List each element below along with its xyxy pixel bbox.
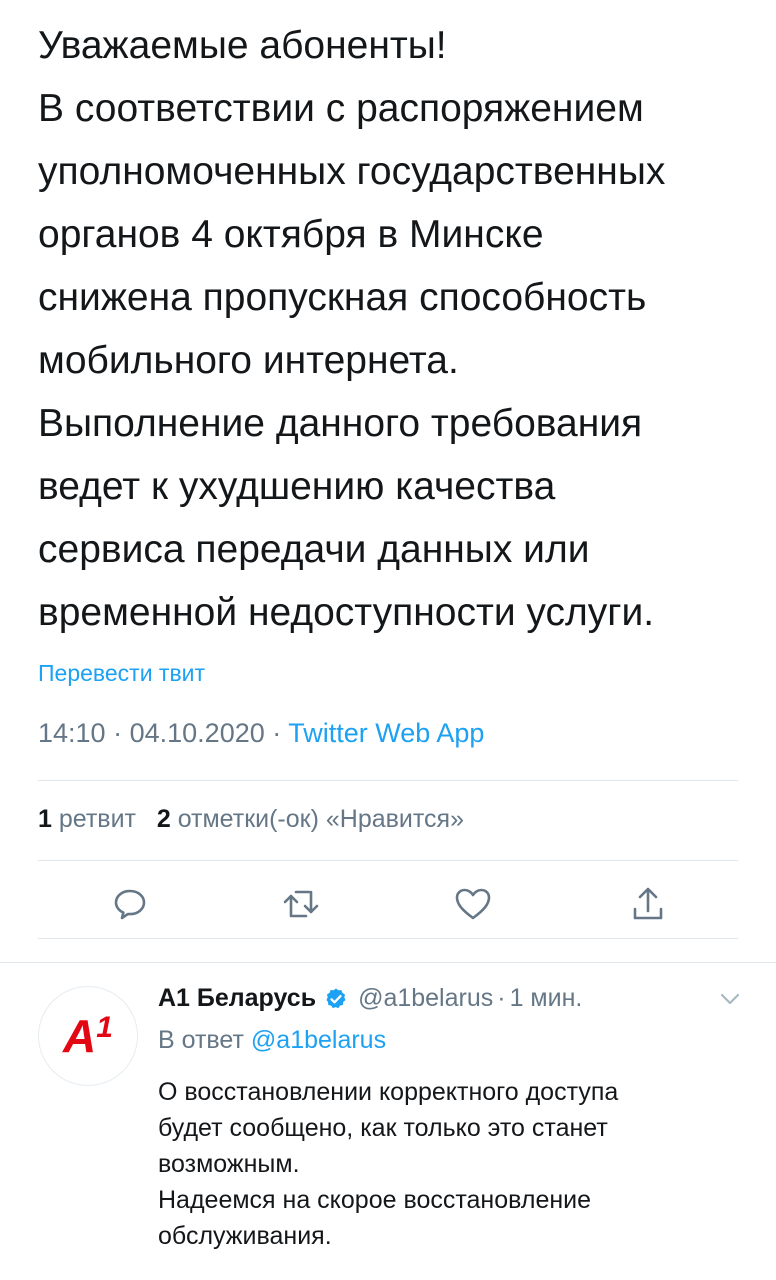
a1-logo: A1 [63,1010,113,1062]
tweet-line: Выполнение данного требования [38,402,643,445]
reply-prefix: В ответ [158,1026,244,1054]
share-button[interactable] [624,880,672,928]
divider [38,938,738,939]
share-icon [633,887,663,920]
reply-line: О восстановлении корректного доступа [158,1078,619,1106]
tweet-meta: 14:10 · 04.10.2020 · Twitter Web App [38,718,484,749]
reply-button[interactable] [106,880,154,928]
likes-count: 2 [156,805,171,833]
reply-time: 1 мин. [509,984,583,1012]
avatar[interactable]: A1 [38,986,138,1086]
reply-context: В ответ @a1belarus [158,1026,386,1055]
tweet-stats: 1 ретвит 2 отметки(-ок) «Нравится» [38,805,464,834]
reply-text: О восстановлении корректного доступа буд… [158,1074,758,1254]
more-options-button[interactable] [718,990,742,1013]
meta-separator: · [497,984,506,1012]
tweet-text: Уважаемые абоненты! В соответствии с рас… [38,14,758,644]
retweet-icon [283,890,319,918]
divider [38,860,738,861]
retweets-stat[interactable]: 1 ретвит [38,805,136,833]
meta-separator: · [272,718,282,748]
tweet-line: временной недоступности услуги. [38,591,655,634]
reply-line: обслуживания. [158,1222,332,1250]
reply-line: Надеемся на скорое восстановление [158,1186,592,1214]
reply-line: возможным. [158,1150,300,1178]
reply-author-name[interactable]: А1 Беларусь [158,984,316,1013]
tweet-line: снижена пропускная способность [38,276,647,319]
tweet-line: мобильного интернета. [38,339,459,382]
chevron-down-icon [720,993,740,1005]
likes-label: отметки(-ок) «Нравится» [177,805,464,833]
retweet-button[interactable] [277,880,325,928]
reply-mention-link[interactable]: @a1belarus [251,1026,386,1054]
tweet-line: ведет к ухудшению качества [38,465,556,508]
retweets-label: ретвит [58,805,136,833]
tweet-time: 14:10 [38,718,106,748]
reply-icon [114,889,146,920]
reply-author-handle[interactable]: @a1belarus [358,984,493,1013]
reply-line: будет сообщено, как только это станет [158,1114,608,1142]
tweet-date: 04.10.2020 [129,718,265,748]
verified-badge-icon [324,987,348,1011]
heart-icon [455,888,491,920]
meta-separator: · [113,718,123,748]
reply-header: А1 Беларусь @a1belarus · 1 мин. [158,984,582,1013]
tweet-line: уполномоченных государственных [38,150,666,193]
tweet-source-link[interactable]: Twitter Web App [288,718,484,748]
retweets-count: 1 [38,805,52,833]
tweet-line: сервиса передачи данных или [38,528,590,571]
tweet-actions [0,880,776,928]
tweet-line: В соответствии с распоряжением [38,87,644,130]
tweet-line: органов 4 октября в Минске [38,213,544,256]
likes-stat[interactable]: 2 отметки(-ок) «Нравится» [157,805,464,833]
tweet-line: Уважаемые абоненты! [38,24,447,67]
divider [38,780,738,781]
translate-tweet-link[interactable]: Перевести твит [38,660,205,687]
like-button[interactable] [449,880,497,928]
section-divider [0,962,776,963]
